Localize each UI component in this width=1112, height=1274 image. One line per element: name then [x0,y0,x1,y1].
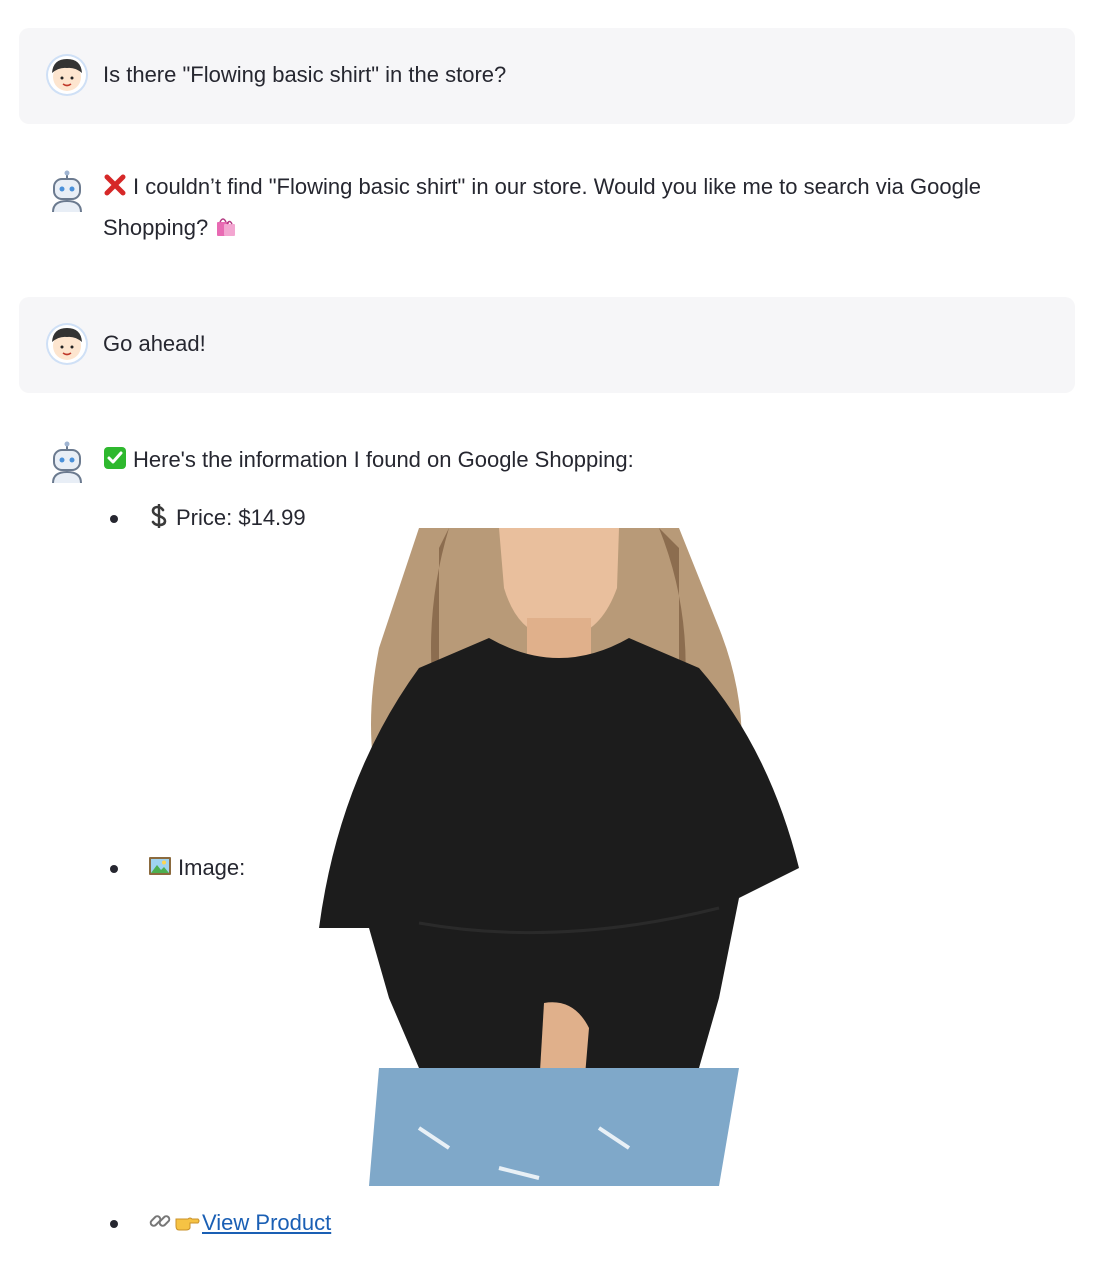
pointing-right-hand-icon [174,1209,200,1241]
user-avatar-icon [45,322,89,366]
chat-container: Is there "Flowing basic shirt" in the st… [19,28,1075,1273]
price-label: Price: $14.99 [176,505,306,530]
message-text: Go ahead! [103,331,206,356]
assistant-message-body: I couldn’t find "Flowing basic shirt" in… [103,168,1015,250]
message-text: Is there "Flowing basic shirt" in the st… [103,62,507,87]
assistant-message-body: Here's the information I found on Google… [103,441,1015,482]
assistant-message: I couldn’t find "Flowing basic shirt" in… [19,124,1075,297]
red-cross-mark-icon [103,171,127,209]
robot-avatar-icon [45,170,89,214]
user-message-text: Is there "Flowing basic shirt" in the st… [103,56,1015,94]
dollar-sign-icon [148,504,170,536]
robot-avatar-icon [45,441,89,485]
user-message: Is there "Flowing basic shirt" in the st… [19,28,1075,124]
user-message: Go ahead! [19,297,1075,393]
product-image [299,528,819,1186]
image-label: Image: [178,855,246,880]
framed-picture-icon [148,854,172,886]
user-message-text: Go ahead! [103,325,1015,363]
bullet [110,865,118,873]
link-icon [148,1209,172,1241]
bullet [110,515,118,523]
bullet [110,1220,118,1228]
view-product-link[interactable]: View Product [202,1210,331,1235]
assistant-message: Here's the information I found on Google… [19,393,1075,1273]
shopping-bags-icon [214,212,238,250]
message-text: Here's the information I found on Google… [133,447,634,472]
user-avatar-icon [45,53,89,97]
green-check-mark-icon [103,444,127,482]
